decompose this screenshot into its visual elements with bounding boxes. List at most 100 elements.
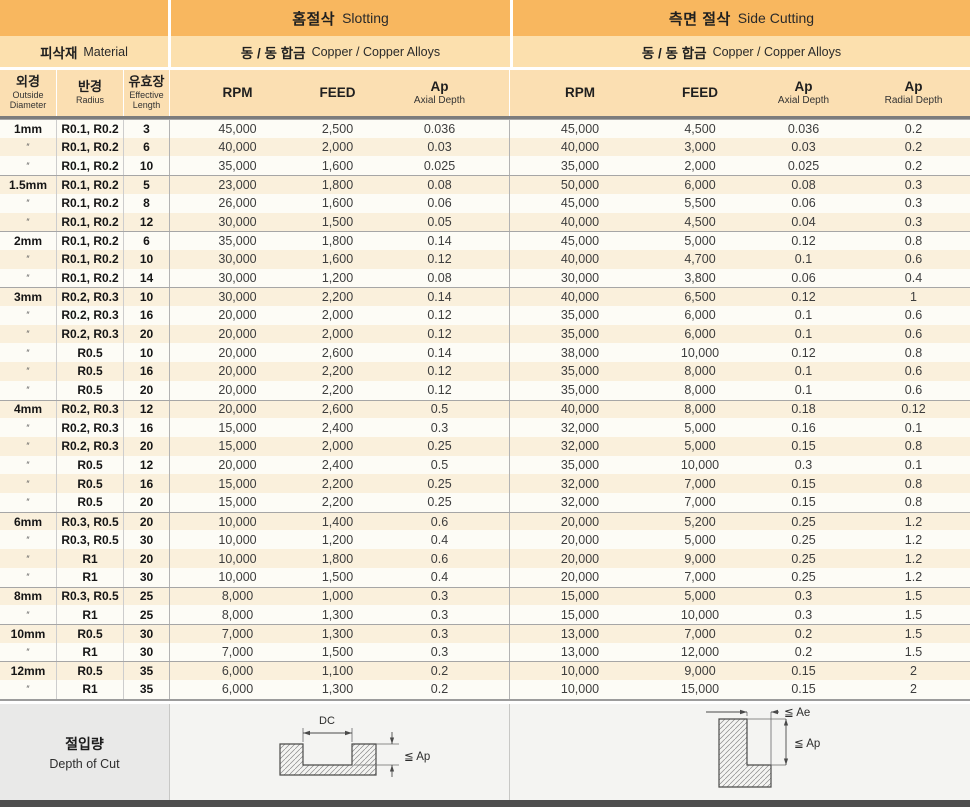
cell-radius: R1 (57, 680, 123, 699)
cell-slot-rpm: 20,000 (170, 381, 305, 400)
cell-side-ap-axial: 0.1 (750, 306, 857, 325)
cell-outside-diameter: 1.5mm (0, 175, 56, 194)
cell-effective-length: 30 (124, 643, 169, 662)
cell-slot-ap: 0.6 (370, 512, 509, 531)
cell-side-feed: 5,500 (650, 194, 750, 213)
cell-slot-rpm: 10,000 (170, 512, 305, 531)
cell-side-feed: 3,800 (650, 269, 750, 288)
cell-side-ap-radial: 0.4 (857, 269, 970, 288)
cell-outside-diameter: 3mm (0, 287, 56, 306)
cell-slot-ap: 0.08 (370, 269, 509, 288)
cell-slot-ap: 0.3 (370, 587, 509, 606)
cell-slot-rpm: 30,000 (170, 250, 305, 269)
cell-side-ap-axial: 0.06 (750, 269, 857, 288)
cell-outside-diameter: ″ (0, 437, 56, 456)
step-cross-section (719, 719, 771, 787)
col-header-side-rpm: RPM (510, 70, 650, 116)
cell-side-ap-axial: 0.25 (750, 568, 857, 587)
table-row: ″ R0.1, R0.2 10 30,000 1,600 0.12 40,000… (0, 250, 970, 269)
cell-radius: R0.5 (57, 661, 123, 680)
cell-slot-feed: 2,500 (305, 119, 370, 138)
cell-outside-diameter: 6mm (0, 512, 56, 531)
cell-side-feed: 2,000 (650, 156, 750, 175)
cell-slot-rpm: 7,000 (170, 643, 305, 662)
cell-slot-ap: 0.5 (370, 400, 509, 419)
cell-side-rpm: 15,000 (510, 605, 650, 624)
cell-slot-feed: 1,300 (305, 680, 370, 699)
side-cutting-title-ko: 측면 절삭 (669, 8, 731, 29)
cell-radius: R0.1, R0.2 (57, 175, 123, 194)
cell-side-ap-axial: 0.2 (750, 624, 857, 643)
cell-radius: R0.5 (57, 624, 123, 643)
cell-side-rpm: 32,000 (510, 437, 650, 456)
cell-side-rpm: 40,000 (510, 213, 650, 232)
cell-side-ap-axial: 0.08 (750, 175, 857, 194)
table-row: ″ R0.3, R0.5 30 10,000 1,200 0.4 20,000 … (0, 530, 970, 549)
cell-slot-rpm: 10,000 (170, 549, 305, 568)
cell-outside-diameter: ″ (0, 250, 56, 269)
cell-side-ap-axial: 0.15 (750, 661, 857, 680)
cell-side-rpm: 35,000 (510, 325, 650, 344)
cell-outside-diameter: 1mm (0, 119, 56, 138)
cell-slot-feed: 1,600 (305, 194, 370, 213)
table-row: 4mm R0.2, R0.3 12 20,000 2,600 0.5 40,00… (0, 400, 970, 419)
cell-effective-length: 6 (124, 138, 169, 157)
radius-header-ko: 반경 (78, 80, 102, 94)
table-row: ″ R0.1, R0.2 12 30,000 1,500 0.05 40,000… (0, 213, 970, 232)
col-header-side-ap-radial: Ap Radial Depth (857, 70, 970, 116)
cell-slot-rpm: 30,000 (170, 213, 305, 232)
cell-side-ap-radial: 0.6 (857, 250, 970, 269)
cell-side-feed: 4,700 (650, 250, 750, 269)
side-workpiece-ko: 동 / 동 합금 (642, 42, 707, 62)
cell-side-rpm: 20,000 (510, 530, 650, 549)
cell-effective-length: 8 (124, 194, 169, 213)
cell-slot-rpm: 20,000 (170, 400, 305, 419)
cell-slot-feed: 2,200 (305, 381, 370, 400)
cell-effective-length: 30 (124, 530, 169, 549)
cell-side-ap-radial: 0.1 (857, 418, 970, 437)
cell-slot-feed: 2,600 (305, 343, 370, 362)
cell-side-rpm: 35,000 (510, 381, 650, 400)
cell-outside-diameter: ″ (0, 493, 56, 512)
cell-side-feed: 5,000 (650, 587, 750, 606)
cell-slot-rpm: 45,000 (170, 119, 305, 138)
cell-outside-diameter: ″ (0, 568, 56, 587)
cell-side-ap-axial: 0.06 (750, 194, 857, 213)
cell-slot-feed: 2,200 (305, 493, 370, 512)
cell-side-ap-radial: 0.8 (857, 437, 970, 456)
cell-slot-ap: 0.14 (370, 231, 509, 250)
cell-slot-feed: 1,200 (305, 269, 370, 288)
cell-effective-length: 25 (124, 605, 169, 624)
cell-slot-feed: 2,600 (305, 400, 370, 419)
table-row: ″ R1 25 8,000 1,300 0.3 15,000 10,000 0.… (0, 605, 970, 624)
cell-radius: R0.5 (57, 343, 123, 362)
cell-side-ap-axial: 0.12 (750, 343, 857, 362)
cell-side-ap-axial: 0.18 (750, 400, 857, 419)
cell-side-ap-axial: 0.1 (750, 250, 857, 269)
slotting-workpiece-ko: 동 / 동 합금 (241, 42, 306, 62)
table-row: 2mm R0.1, R0.2 6 35,000 1,800 0.14 45,00… (0, 231, 970, 250)
table-row: ″ R0.2, R0.3 20 15,000 2,000 0.25 32,000… (0, 437, 970, 456)
depth-label-en: Depth of Cut (49, 757, 119, 771)
cell-side-rpm: 50,000 (510, 175, 650, 194)
cell-side-ap-radial: 0.6 (857, 306, 970, 325)
cell-effective-length: 35 (124, 661, 169, 680)
cell-side-feed: 9,000 (650, 549, 750, 568)
cell-radius: R0.2, R0.3 (57, 306, 123, 325)
table-row: ″ R0.1, R0.2 8 26,000 1,600 0.06 45,000 … (0, 194, 970, 213)
cell-side-feed: 3,000 (650, 138, 750, 157)
table-row: 1.5mm R0.1, R0.2 5 23,000 1,800 0.08 50,… (0, 175, 970, 194)
cell-slot-rpm: 40,000 (170, 138, 305, 157)
cell-radius: R0.1, R0.2 (57, 138, 123, 157)
cell-slot-rpm: 20,000 (170, 362, 305, 381)
cell-side-ap-axial: 0.3 (750, 605, 857, 624)
cell-side-feed: 5,000 (650, 437, 750, 456)
cell-side-rpm: 13,000 (510, 643, 650, 662)
cell-side-ap-axial: 0.025 (750, 156, 857, 175)
table-row: ″ R0.5 20 15,000 2,200 0.25 32,000 7,000… (0, 493, 970, 512)
cell-side-feed: 7,000 (650, 474, 750, 493)
cell-outside-diameter: ″ (0, 362, 56, 381)
cell-side-feed: 6,000 (650, 325, 750, 344)
cell-side-ap-axial: 0.3 (750, 456, 857, 475)
cell-side-feed: 7,000 (650, 624, 750, 643)
